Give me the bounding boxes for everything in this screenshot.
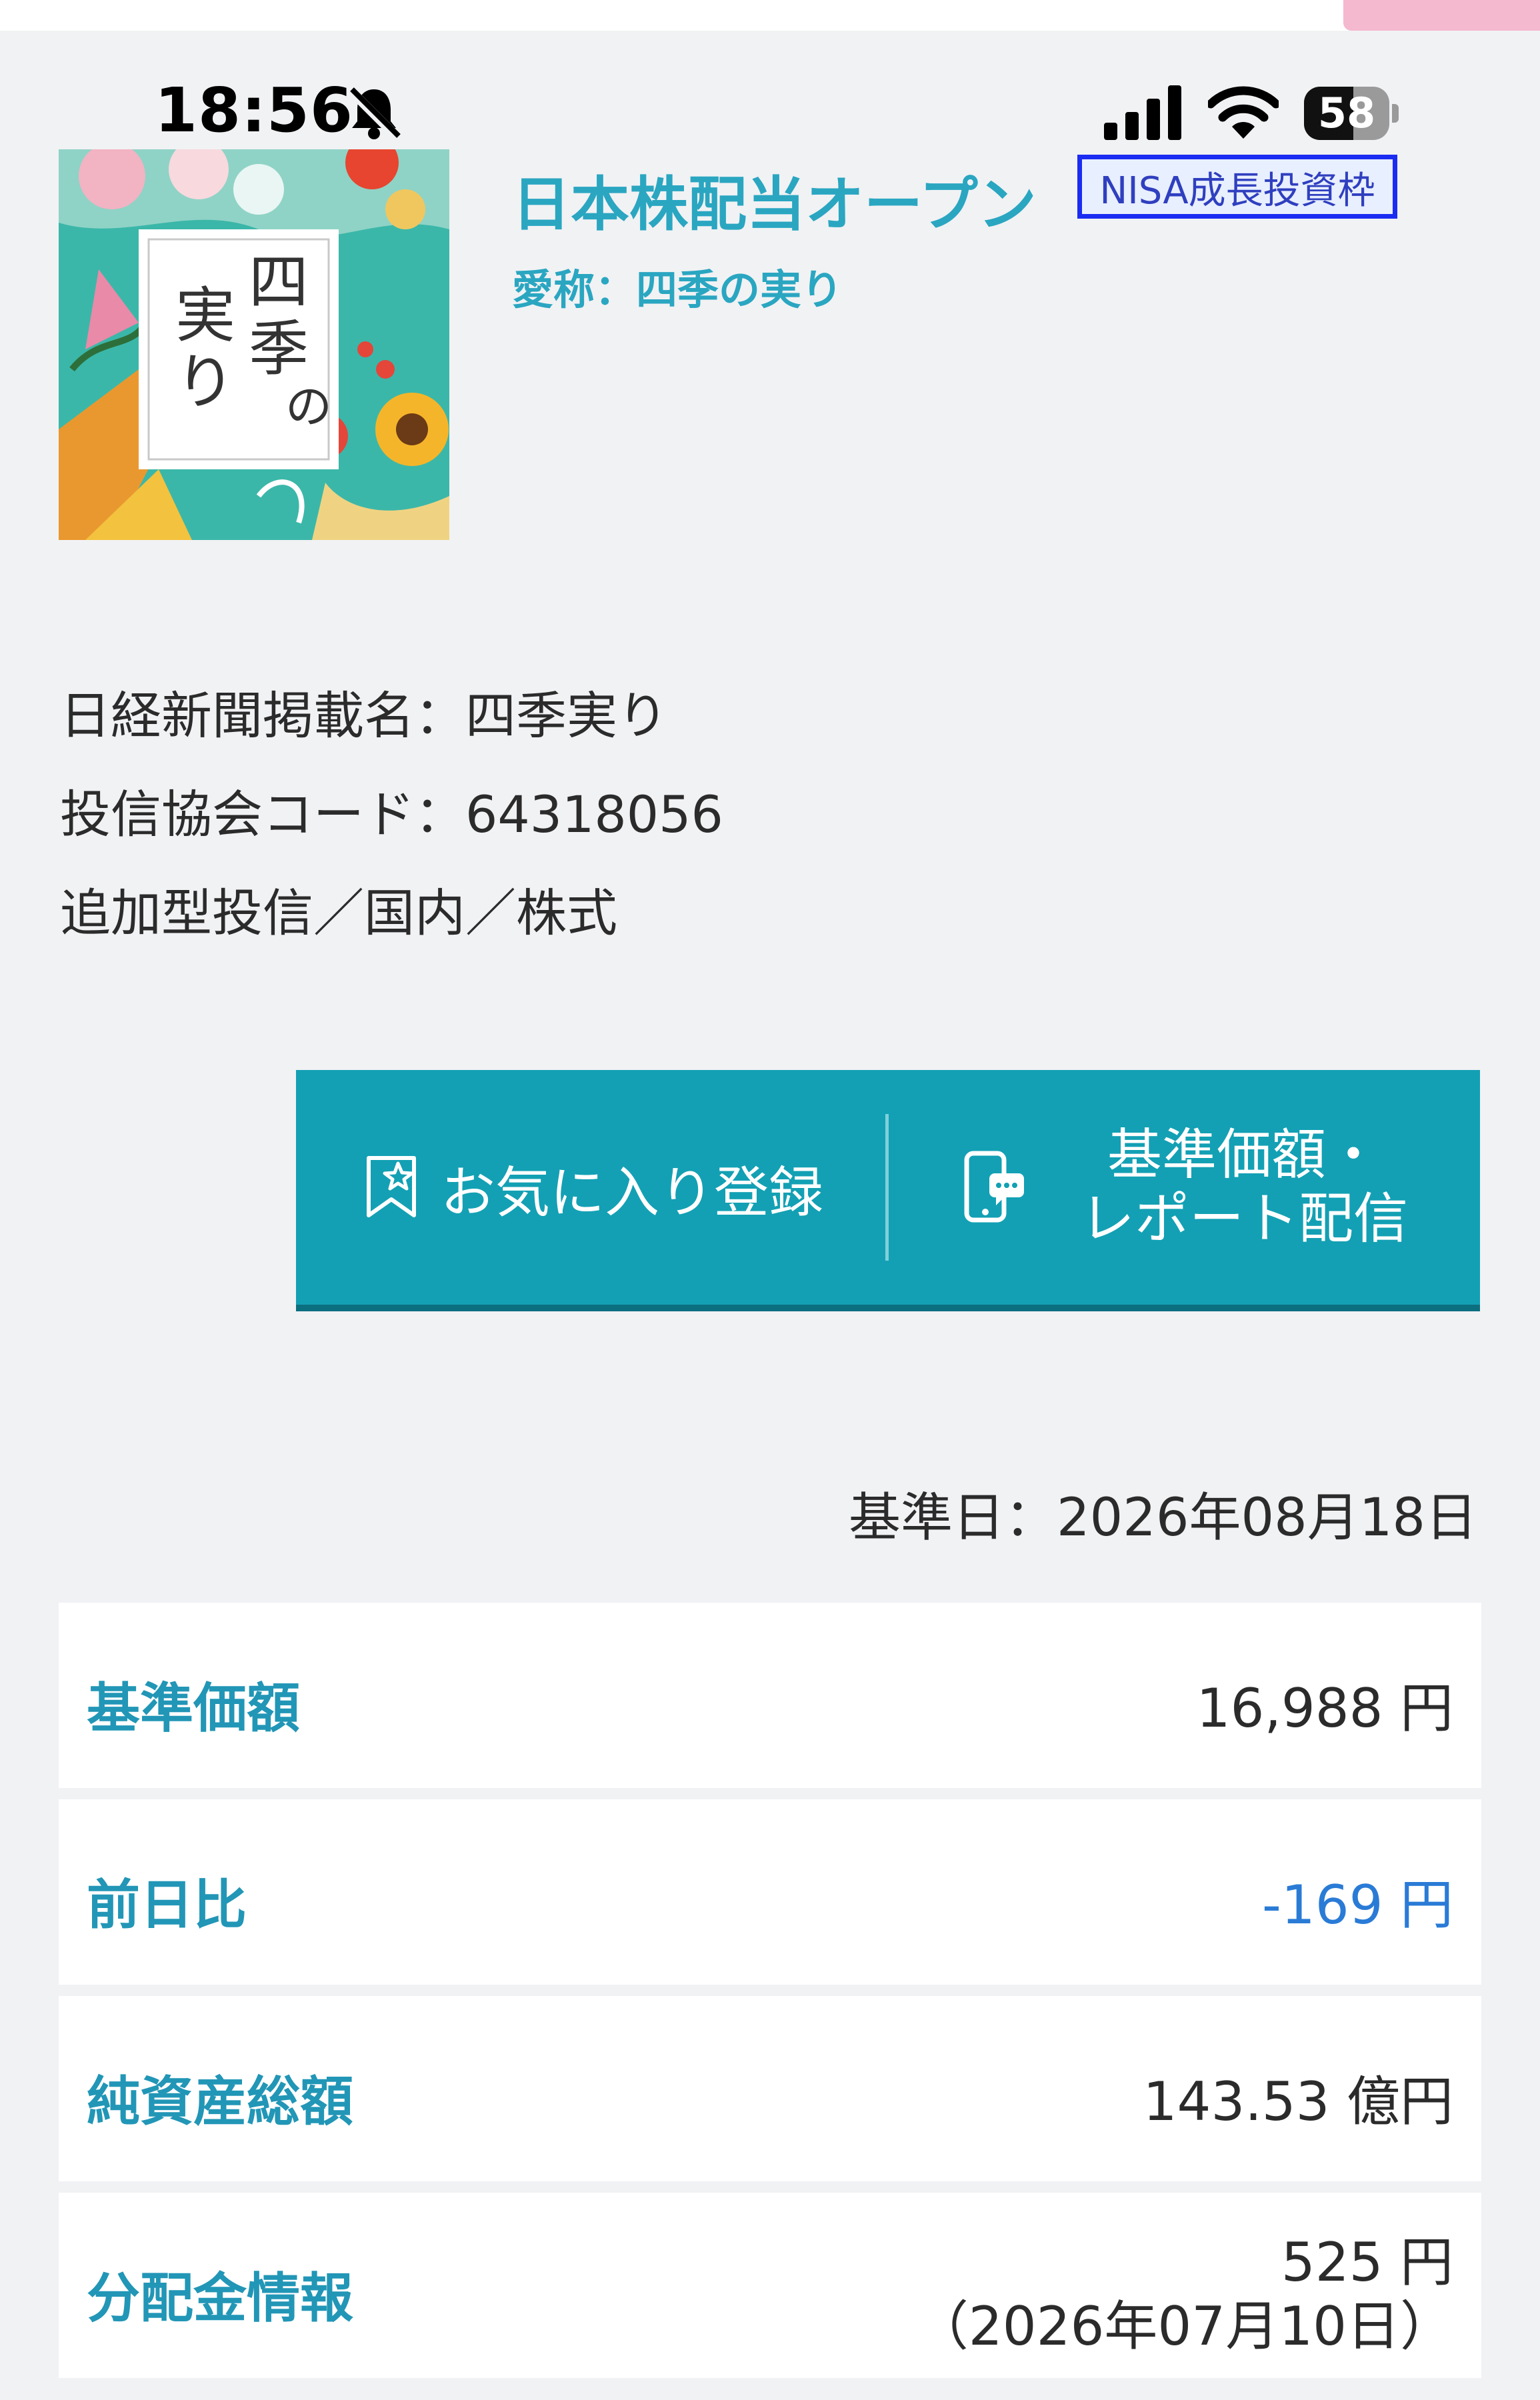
net-assets-value: 143.53 億円 <box>1143 2071 1453 2133</box>
day-change-value: -169 円 <box>1262 1874 1453 1936</box>
nav-row: 基準価額 16,988 円 <box>59 1603 1481 1788</box>
phone-message-icon <box>964 1151 1024 1223</box>
cellular-signal-icon <box>1104 85 1181 140</box>
svg-text:の: の <box>285 379 332 434</box>
top-strip <box>0 0 1540 31</box>
distribution-row[interactable]: 分配金情報 525 円 （2026年07月10日） <box>59 2193 1481 2378</box>
fund-code: 投信協会コード：64318056 <box>60 785 723 844</box>
favorite-button[interactable]: お気に入り登録 <box>296 1070 887 1305</box>
fund-title: 日本株配当オープン <box>512 170 1037 239</box>
bookmark-star-icon <box>366 1156 416 1217</box>
svg-text:季: 季 <box>249 314 309 384</box>
report-label-line2: レポート配信 <box>1079 1187 1408 1251</box>
report-delivery-label: 基準価額・ レポート配信 <box>1080 1123 1408 1251</box>
base-date: 基準日：2026年08月18日 <box>848 1488 1477 1548</box>
favorite-label: お気に入り登録 <box>440 1161 823 1225</box>
pink-tab <box>1343 0 1540 31</box>
fund-nickname: 愛称：四季の実り <box>512 265 843 314</box>
report-label-line1: 基準価額・ <box>1107 1123 1381 1187</box>
net-assets-label: 純資産総額 <box>87 2071 353 2133</box>
bell-slash-icon <box>347 87 401 141</box>
status-time: 18:56 <box>155 75 353 146</box>
action-bar: お気に入り登録 基準価額・ レポート配信 <box>296 1070 1480 1311</box>
nikkei-name: 日経新聞掲載名：四季実り <box>60 686 668 745</box>
day-change-row: 前日比 -169 円 <box>59 1799 1481 1985</box>
svg-text:り: り <box>175 347 235 417</box>
svg-text:実: 実 <box>175 281 235 351</box>
net-assets-row: 純資産総額 143.53 億円 <box>59 1996 1481 2181</box>
nav-label: 基準価額 <box>87 1677 300 1739</box>
nisa-badge: NISA成長投資枠 <box>1077 155 1397 219</box>
nav-value: 16,988 円 <box>1196 1677 1453 1739</box>
battery-icon: 58 <box>1304 87 1403 140</box>
fund-category: 追加型投信／国内／株式 <box>60 883 617 943</box>
fund-thumbnail[interactable]: 四 季 の 実 り <box>59 149 449 540</box>
battery-level: 58 <box>1317 89 1376 137</box>
wifi-icon <box>1208 86 1279 139</box>
distribution-date: （2026年07月10日） <box>915 2295 1453 2357</box>
report-delivery-button[interactable]: 基準価額・ レポート配信 <box>888 1070 1480 1305</box>
svg-text:四: 四 <box>249 247 309 317</box>
distribution-label: 分配金情報 <box>87 2267 353 2329</box>
day-change-label: 前日比 <box>87 1874 247 1936</box>
